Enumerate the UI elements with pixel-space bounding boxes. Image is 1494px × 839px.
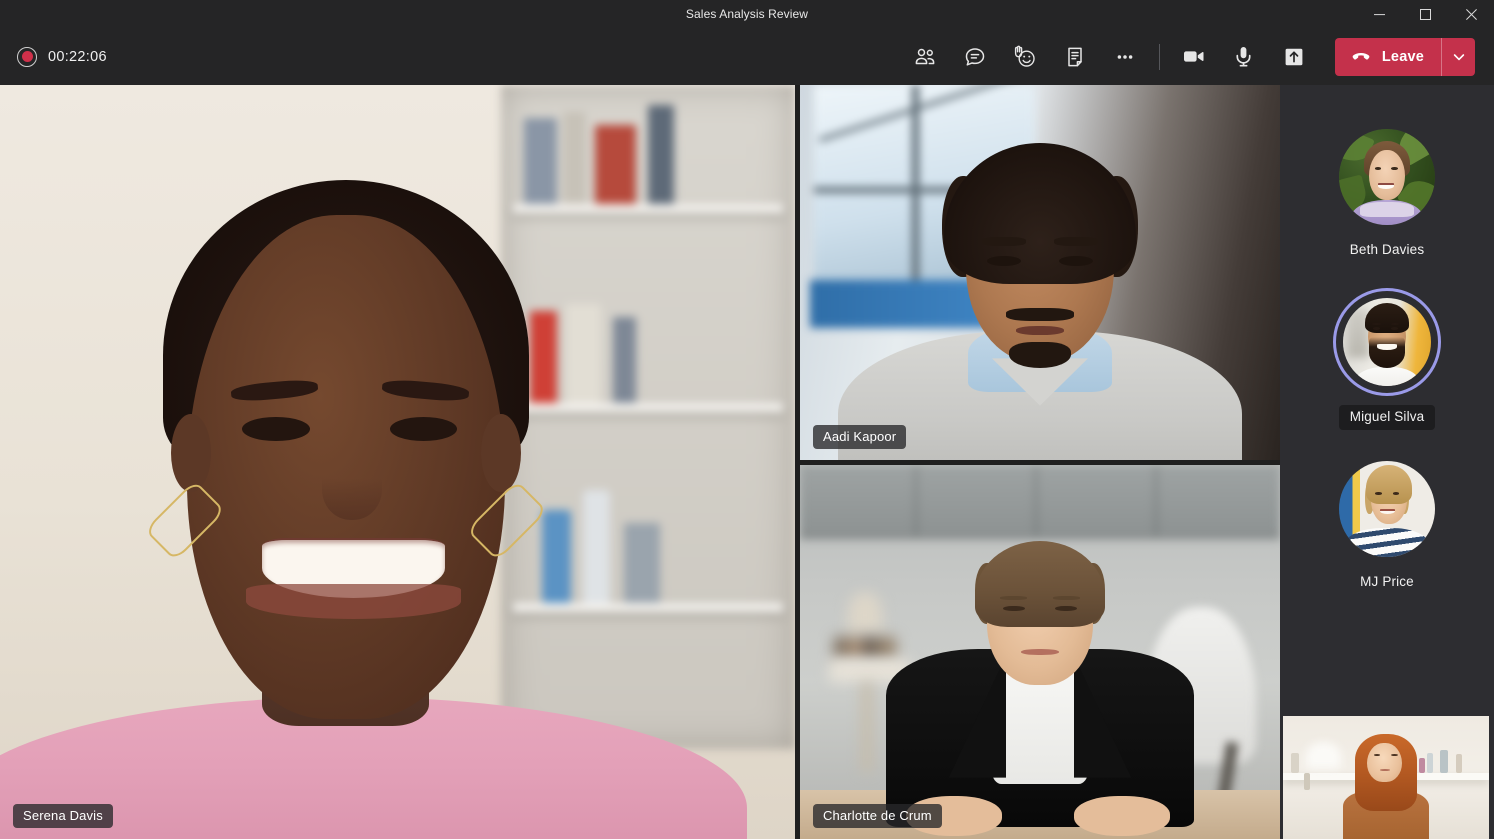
toolbar-divider: [1159, 44, 1160, 70]
meeting-command-bar: 00:22:06: [0, 28, 1494, 85]
leave-button[interactable]: Leave: [1335, 38, 1441, 76]
participant-name-badge: Serena Davis: [13, 804, 113, 828]
avatar-wrapper: [1333, 123, 1441, 231]
minimize-icon[interactable]: [1356, 0, 1402, 28]
recording-icon: [17, 47, 37, 67]
notes-icon[interactable]: [1054, 38, 1096, 76]
participant-roster-sidebar: Beth Davies: [1280, 85, 1494, 839]
avatar-wrapper: [1333, 455, 1441, 563]
video-tile-charlotte-de-crum[interactable]: Charlotte de Crum: [800, 465, 1280, 839]
people-icon[interactable]: [904, 38, 946, 76]
roster-item-beth-davies[interactable]: Beth Davies: [1280, 123, 1494, 257]
participant-figure: [0, 130, 795, 839]
hangup-icon: [1350, 46, 1372, 68]
roster-name-label: Beth Davies: [1350, 242, 1424, 257]
participant-figure: [800, 122, 1280, 459]
leave-button-group: Leave: [1335, 38, 1475, 76]
window-controls: [1356, 0, 1494, 28]
video-stage: Serena Davis: [0, 85, 1494, 839]
roster-item-mj-price[interactable]: MJ Price: [1280, 455, 1494, 589]
participant-figure: [800, 532, 1280, 839]
roster-name-label: Miguel Silva: [1339, 405, 1436, 430]
participant-name-badge: Aadi Kapoor: [813, 425, 906, 449]
participant-name-badge: Charlotte de Crum: [813, 804, 942, 828]
reactions-icon[interactable]: [1004, 38, 1046, 76]
video-tile-column-secondary: Aadi Kapoor: [800, 85, 1280, 839]
more-actions-icon[interactable]: [1104, 38, 1146, 76]
avatar: [1343, 298, 1431, 386]
command-bar-actions: Leave: [904, 28, 1494, 85]
share-content-icon[interactable]: [1273, 38, 1315, 76]
avatar-wrapper: [1333, 288, 1441, 396]
chat-icon[interactable]: [954, 38, 996, 76]
title-bar: Sales Analysis Review: [0, 0, 1494, 28]
video-grid: Serena Davis: [0, 85, 1280, 839]
leave-chevron-down-icon[interactable]: [1441, 38, 1475, 76]
avatar: [1339, 461, 1435, 557]
video-feed: [1283, 716, 1489, 839]
video-tile-serena-davis[interactable]: Serena Davis: [0, 85, 795, 839]
background-cabinets: [800, 465, 1280, 540]
roster-item-miguel-silva[interactable]: Miguel Silva: [1280, 288, 1494, 430]
mic-icon[interactable]: [1223, 38, 1265, 76]
window-title: Sales Analysis Review: [686, 7, 808, 21]
video-feed: [800, 85, 1280, 460]
roster-name-label: MJ Price: [1360, 574, 1414, 589]
avatar: [1339, 129, 1435, 225]
maximize-icon[interactable]: [1402, 0, 1448, 28]
leave-label: Leave: [1382, 49, 1424, 65]
meeting-timer: 00:22:06: [48, 49, 107, 65]
video-feed: [0, 85, 795, 839]
close-icon[interactable]: [1448, 0, 1494, 28]
video-tile-column-main: Serena Davis: [0, 85, 795, 839]
camera-icon[interactable]: [1173, 38, 1215, 76]
video-feed: [800, 465, 1280, 839]
roster-video-tile[interactable]: [1283, 716, 1489, 839]
video-tile-aadi-kapoor[interactable]: Aadi Kapoor: [800, 85, 1280, 460]
teams-meeting-window: Sales Analysis Review 00:22:06: [0, 0, 1494, 839]
recording-status: 00:22:06: [17, 47, 107, 67]
